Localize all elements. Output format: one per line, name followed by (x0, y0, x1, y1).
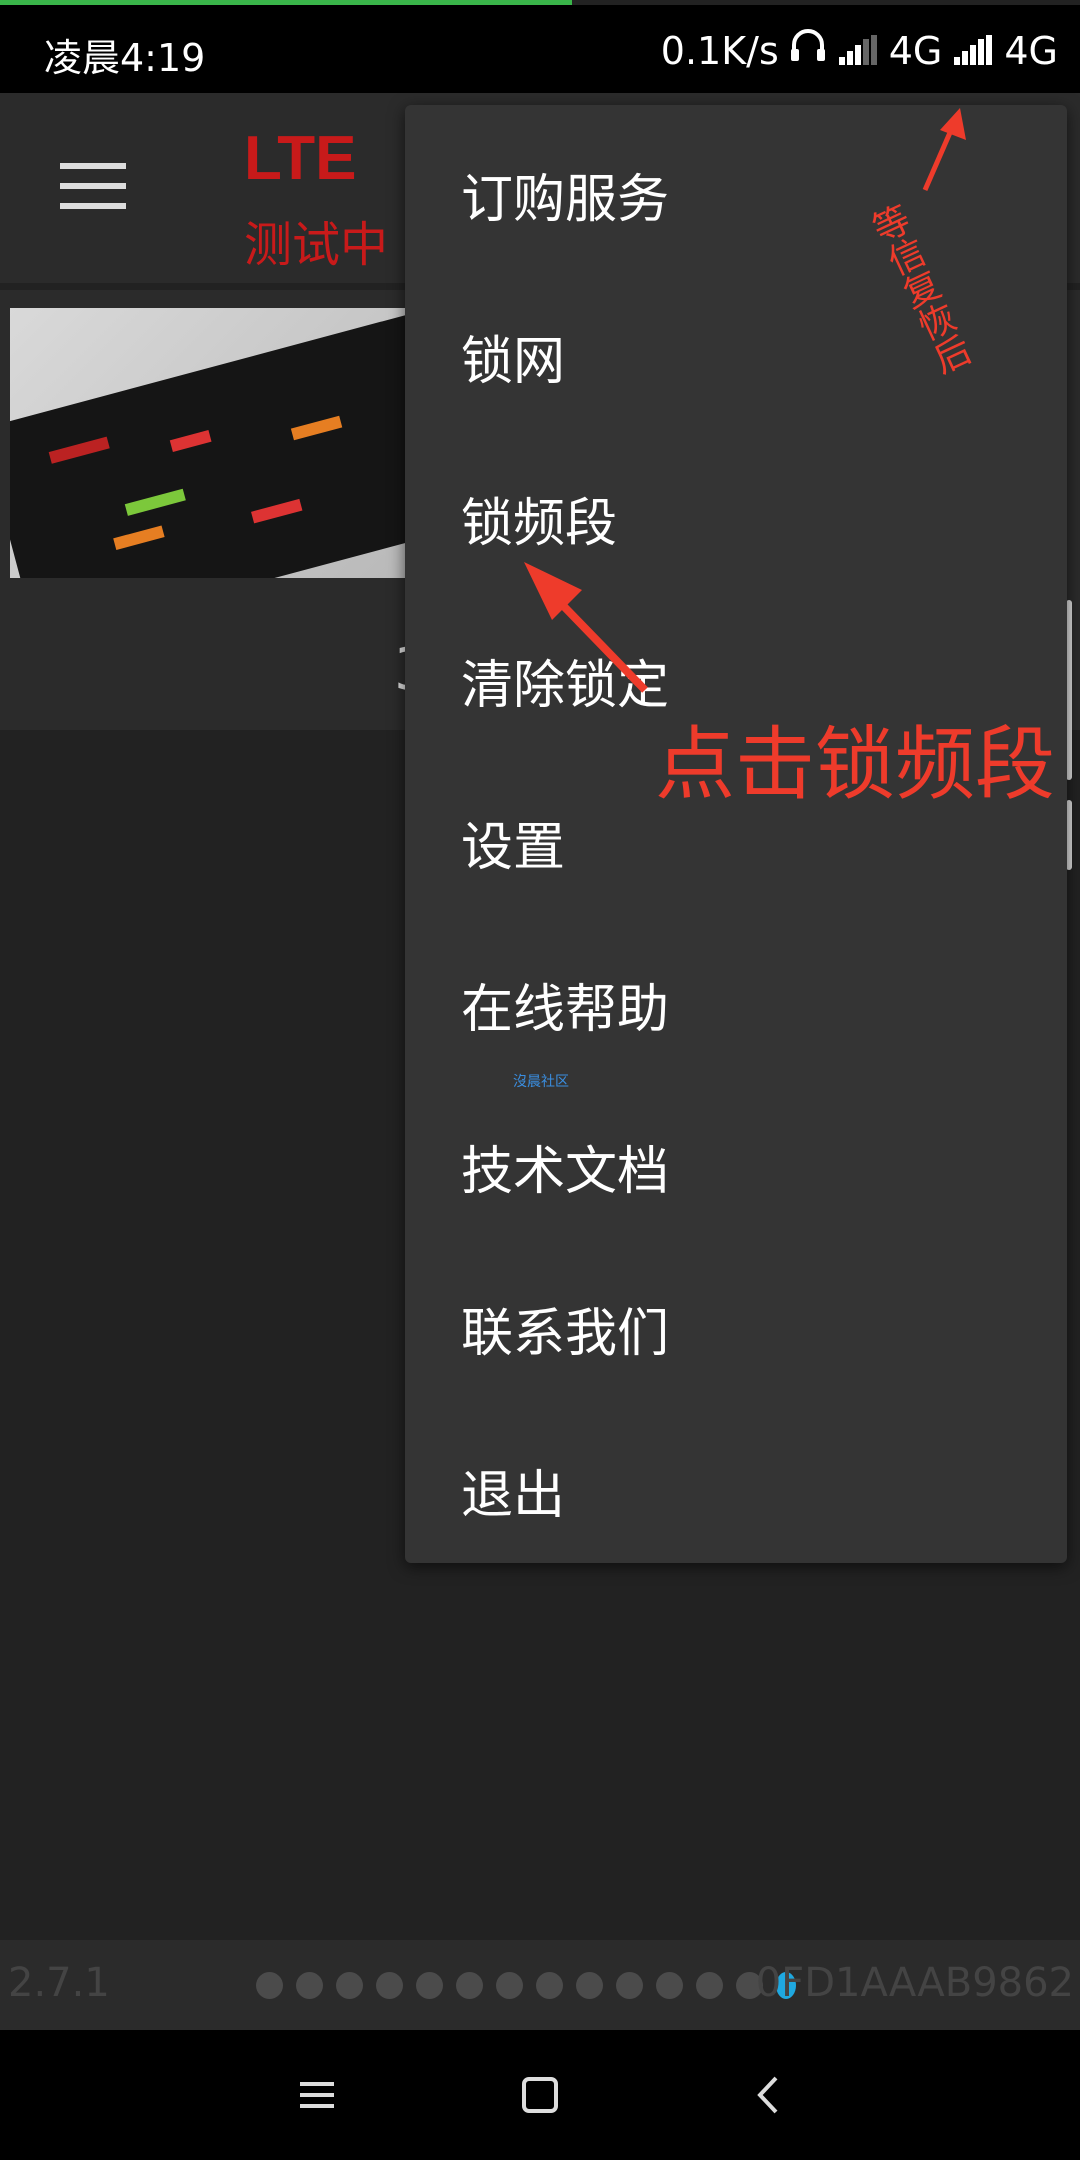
page-dot[interactable] (336, 1972, 363, 1999)
page-dot[interactable] (456, 1972, 483, 1999)
arrow-to-lock-band (524, 562, 648, 693)
page-dot[interactable] (536, 1972, 563, 1999)
page-indicator (256, 1972, 796, 1999)
page-dot[interactable] (416, 1972, 443, 1999)
page-dot[interactable] (576, 1972, 603, 1999)
info-bar: 2.7.1 0FD1AAAB9862 (0, 1940, 1080, 2030)
device-id: 0FD1AAAB9862 (755, 1960, 1074, 2006)
annotation-arrows (524, 108, 966, 693)
back-nav-icon[interactable] (744, 2070, 794, 2120)
page-dot[interactable] (296, 1972, 323, 1999)
page-dot[interactable] (656, 1972, 683, 1999)
arrow-to-signal (922, 108, 966, 191)
home-nav-icon[interactable] (515, 2070, 565, 2120)
menu-nav-icon[interactable] (292, 2070, 342, 2120)
page-dot[interactable] (256, 1972, 283, 1999)
page-dot[interactable] (696, 1972, 723, 1999)
page-dot[interactable] (616, 1972, 643, 1999)
page-dot[interactable] (376, 1972, 403, 1999)
page-dot[interactable] (496, 1972, 523, 1999)
version-label: 2.7.1 (8, 1960, 110, 2006)
system-nav-bar (0, 2030, 1080, 2160)
